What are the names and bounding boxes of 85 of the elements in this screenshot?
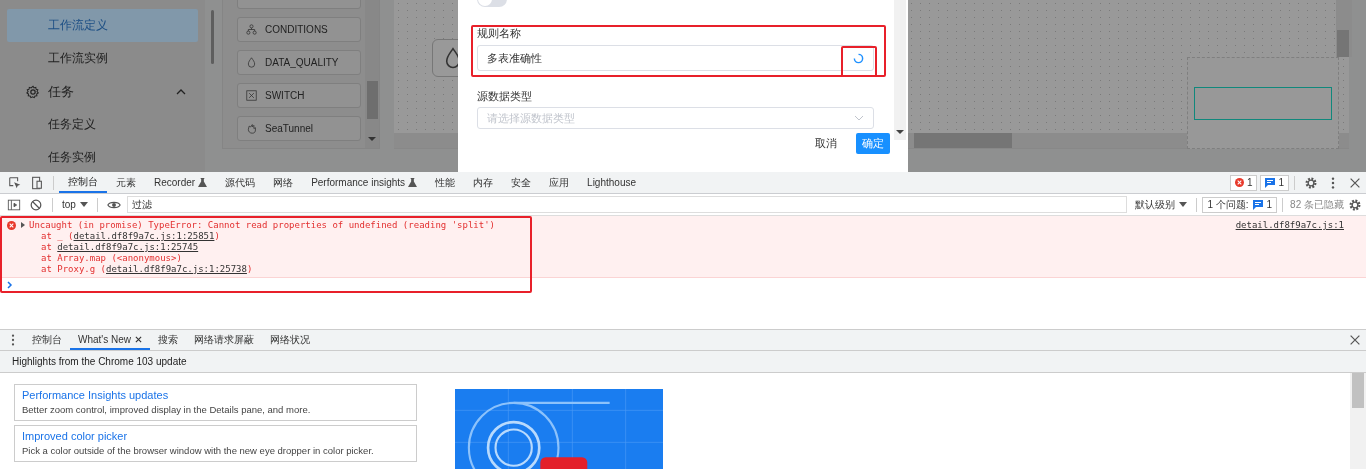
source-link[interactable]: detail.df8f9a7c.js:1:25745 bbox=[57, 242, 199, 252]
issues-button[interactable]: 1 个问题: 1 bbox=[1202, 196, 1278, 213]
drawer-tab[interactable]: 网络状况 bbox=[262, 330, 319, 350]
drawer-tab[interactable]: 控制台 bbox=[24, 330, 70, 350]
device-icon[interactable] bbox=[30, 175, 44, 190]
hand-icon bbox=[246, 123, 257, 134]
stack-frame: at Proxy.g ( bbox=[41, 264, 107, 274]
error-count-badge[interactable]: 1 bbox=[1229, 174, 1258, 191]
settings-icon[interactable] bbox=[1304, 175, 1318, 190]
sidebar-item[interactable]: 任务定义 bbox=[7, 108, 198, 141]
palette-item[interactable]: SWITCH bbox=[237, 83, 361, 108]
scrollbar-thumb[interactable] bbox=[1337, 30, 1349, 57]
log-levels-dropdown[interactable]: 默认级别 bbox=[1131, 197, 1192, 212]
close-icon[interactable] bbox=[1348, 333, 1362, 347]
prompt-chevron-icon bbox=[7, 281, 13, 289]
sidebar-group[interactable]: 任务 bbox=[7, 75, 198, 108]
feature-card[interactable]: Performance Insights updates Better zoom control, improved display in the Details pane, and more. bbox=[14, 384, 417, 421]
chevron-icon bbox=[176, 88, 186, 95]
drop-icon bbox=[246, 57, 257, 68]
scrollbar[interactable] bbox=[1350, 373, 1366, 469]
caret-icon bbox=[1179, 202, 1188, 207]
stack-frame: at Array.map (<anonymous>) bbox=[41, 253, 182, 263]
devtools-tab[interactable]: 内存 bbox=[464, 172, 503, 193]
stack-frame: at _ ( bbox=[41, 231, 74, 241]
sidebar-item[interactable]: 任务实例 bbox=[7, 141, 198, 172]
field-label: 规则名称 bbox=[477, 26, 522, 40]
source-link[interactable]: detail.df8f9a7c.js:1:25738 bbox=[106, 264, 247, 274]
switch-icon bbox=[246, 90, 257, 101]
stack-frame: at bbox=[41, 242, 58, 252]
devtools-tab[interactable]: Recorder bbox=[145, 172, 217, 193]
devtools-tab[interactable]: 性能 bbox=[426, 172, 465, 193]
filter-field[interactable]: 过滤 bbox=[126, 196, 1128, 213]
source-link[interactable]: detail.df8f9a7c.js:1 bbox=[1235, 220, 1344, 230]
card-text: Better zoom control, improved display in the Details pane, and more. bbox=[22, 403, 312, 417]
input-field[interactable]: 多表准确性 bbox=[477, 45, 874, 71]
scrollbar-thumb[interactable] bbox=[211, 10, 214, 64]
stack-frame: ) bbox=[246, 264, 253, 274]
error-icon bbox=[7, 220, 16, 230]
devtools-tab[interactable]: Lighthouse bbox=[578, 172, 645, 193]
caret-icon bbox=[79, 202, 88, 207]
clear-console-icon[interactable] bbox=[29, 197, 43, 212]
source-link[interactable]: detail.df8f9a7c.js:1:25851 bbox=[73, 231, 215, 241]
scrollbar-thumb[interactable] bbox=[1352, 373, 1364, 408]
hidden-count: 82 条已隐藏 bbox=[1290, 197, 1344, 212]
hierarchy-icon bbox=[246, 24, 257, 35]
scrollbar[interactable] bbox=[1336, 0, 1352, 57]
palette-item[interactable]: SeaTunnel bbox=[237, 116, 361, 141]
context-dropdown[interactable]: top bbox=[58, 199, 92, 210]
scroll-down-icon[interactable] bbox=[368, 137, 376, 141]
devtools-tab[interactable]: Performance insights bbox=[302, 172, 427, 193]
devtools-tab[interactable]: 安全 bbox=[502, 172, 541, 193]
devtools-tab[interactable]: 源代码 bbox=[216, 172, 265, 193]
close-icon[interactable] bbox=[135, 335, 143, 343]
scrollbar[interactable] bbox=[894, 0, 906, 140]
error-icon bbox=[1234, 178, 1244, 187]
sidebar-toggle-icon[interactable] bbox=[7, 197, 21, 212]
scrollbar[interactable] bbox=[365, 0, 379, 148]
drawer-tab[interactable]: 搜索 bbox=[150, 330, 187, 350]
message-icon bbox=[1265, 177, 1276, 188]
devtools-tab[interactable]: 元素 bbox=[107, 172, 145, 193]
field-label: 源数据类型 bbox=[477, 89, 533, 103]
drawer-tab[interactable]: 网络请求屏蔽 bbox=[186, 330, 263, 350]
gear-icon bbox=[26, 84, 40, 99]
devtools-tab[interactable]: 网络 bbox=[264, 172, 303, 193]
stack-frame: ) bbox=[214, 231, 220, 241]
devtools-tab[interactable]: 应用 bbox=[540, 172, 579, 193]
sidebar-item[interactable]: 工作流实例 bbox=[7, 42, 198, 75]
message-count-badge[interactable]: 1 bbox=[1260, 174, 1289, 191]
chevron-icon bbox=[854, 115, 864, 121]
expand-triangle-icon[interactable] bbox=[20, 222, 26, 228]
inspect-icon[interactable] bbox=[8, 175, 22, 190]
devtools-tab[interactable]: 控制台 bbox=[59, 172, 107, 193]
palette-item[interactable]: CONDITIONS bbox=[237, 17, 361, 42]
palette-item[interactable]: DATA_QUALITY bbox=[237, 50, 361, 75]
message-icon bbox=[1252, 199, 1263, 210]
cancel-button[interactable]: 取消 bbox=[809, 133, 843, 154]
card-title[interactable]: Performance Insights updates bbox=[22, 388, 408, 403]
feature-card[interactable]: Improved color picker Pick a color outside of the browser window with the new eye dropper in color picker. bbox=[14, 425, 417, 462]
scrollbar-thumb[interactable] bbox=[914, 133, 1012, 148]
settings-icon[interactable] bbox=[1348, 197, 1362, 212]
scrollbar-thumb[interactable] bbox=[367, 81, 378, 119]
error-text: Uncaught (in promise) TypeError: Cannot read properties of undefined (reading 'split') bbox=[29, 220, 495, 230]
card-title[interactable]: Improved color picker bbox=[22, 429, 408, 444]
card-text: Pick a color outside of the browser window with the new eye dropper in color picker. bbox=[22, 444, 375, 458]
whats-new-header: Highlights from the Chrome 103 update bbox=[0, 351, 1366, 373]
